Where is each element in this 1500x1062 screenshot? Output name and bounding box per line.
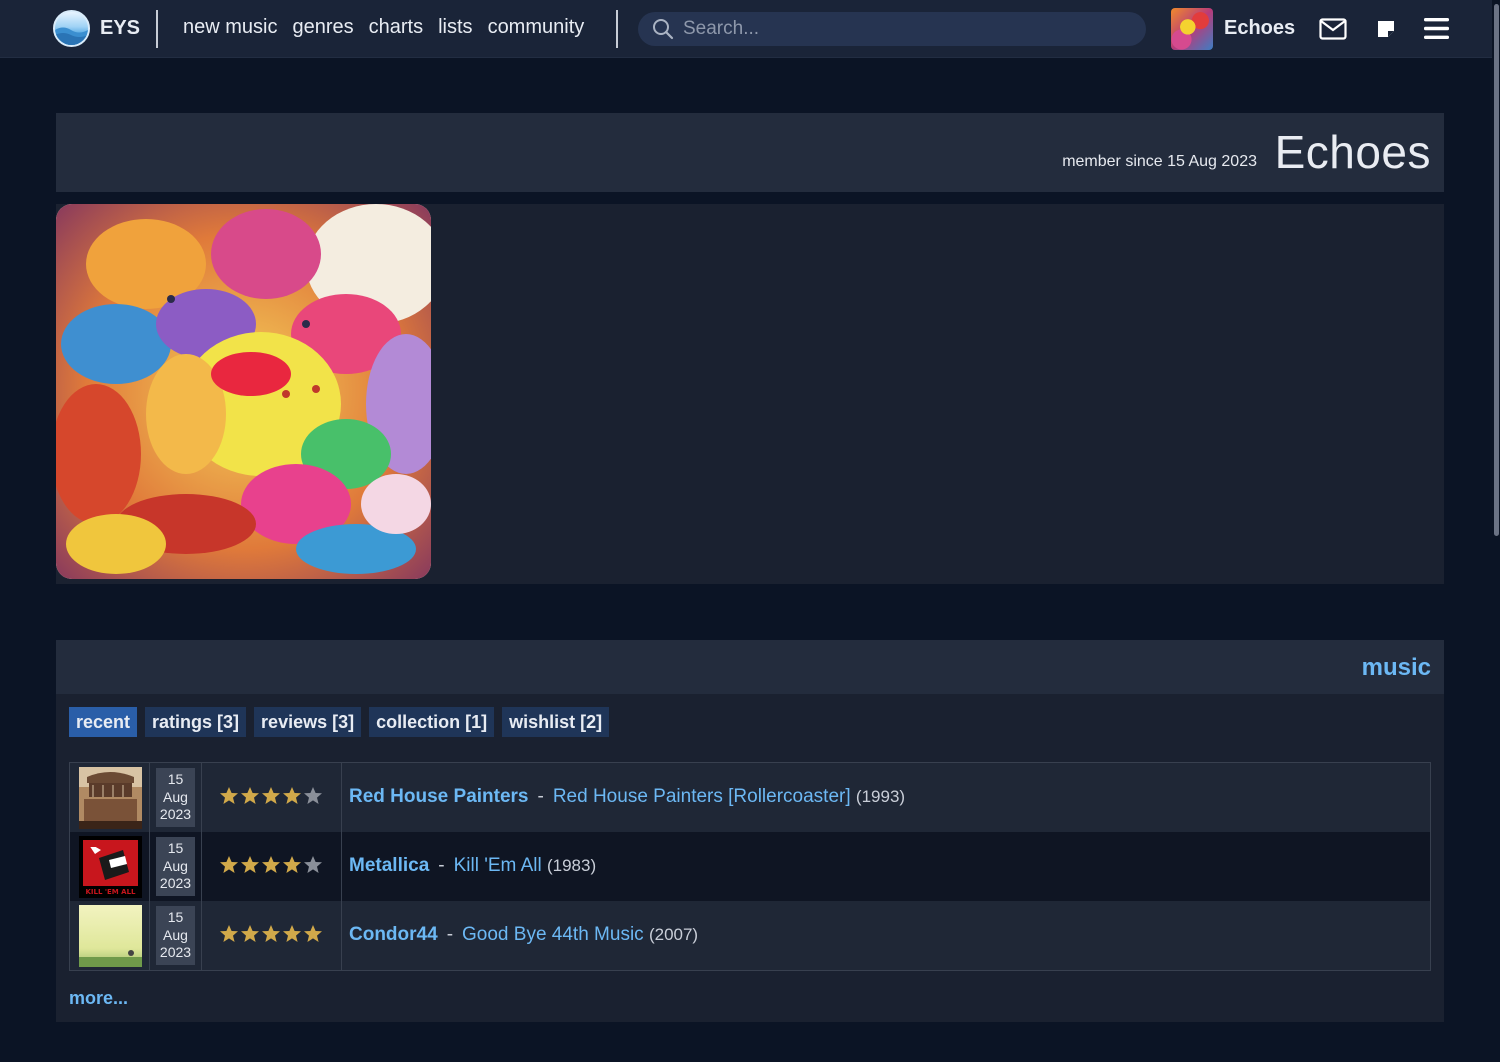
member-since: member since 15 Aug 2023 (1062, 153, 1257, 170)
star-filled-icon (220, 856, 238, 873)
music-section-header: music (56, 640, 1444, 694)
artist-link[interactable]: Metallica (349, 855, 429, 876)
release-title: Metallica - Kill 'Em All (1983) (349, 855, 596, 877)
date-month: Aug (163, 788, 188, 805)
music-tabs: recent ratings [3] reviews [3] collectio… (69, 707, 610, 737)
title-separator: - (446, 924, 454, 945)
tab-collection[interactable]: collection [1] (369, 707, 495, 737)
nav-genres[interactable]: genres (292, 16, 353, 39)
album-link[interactable]: Kill 'Em All (454, 855, 542, 876)
date-badge: 15 Aug 2023 (156, 768, 195, 827)
album-cover-image[interactable] (79, 767, 142, 829)
music-section-title: music (1361, 654, 1431, 681)
rating-cell (202, 832, 342, 901)
list-item: 15 Aug 2023 Red House Painters - Red House… (70, 763, 1430, 832)
search-input[interactable] (683, 16, 1123, 42)
album-year: (1993) (855, 787, 906, 806)
profile-avatar-image (56, 204, 431, 579)
cover-cell (70, 901, 150, 970)
artist-link[interactable]: Red House Painters (349, 786, 529, 807)
star-empty-icon (304, 787, 322, 804)
list-item: 15 Aug 2023 Condor44- Good Bye 44th Music… (70, 901, 1430, 970)
album-year: (1983) (546, 856, 597, 875)
artist-link[interactable]: Condor44 (349, 924, 438, 945)
star-filled-icon (283, 925, 301, 942)
logo-icon[interactable] (53, 10, 90, 47)
date-badge: 15 Aug 2023 (156, 906, 195, 965)
date-month: Aug (163, 926, 188, 943)
date-year: 2023 (159, 806, 192, 822)
star-rating (219, 855, 323, 875)
release-title: Condor44- Good Bye 44th Music (2007) (349, 924, 698, 946)
star-filled-icon (241, 925, 259, 942)
music-section-body: recent ratings [3] reviews [3] collectio… (56, 694, 1444, 1022)
tab-reviews[interactable]: reviews [3] (254, 707, 362, 737)
list-item: KILL 'EM ALL 15 Aug 2023 Metallica - Kill … (70, 832, 1430, 901)
user-name-link[interactable]: Echoes (1224, 17, 1295, 40)
nav-new-music[interactable]: new music (183, 16, 277, 39)
date-year: 2023 (159, 875, 192, 891)
menu-icon[interactable] (1424, 18, 1449, 44)
mail-icon[interactable] (1319, 18, 1347, 45)
star-filled-icon (262, 787, 280, 804)
star-rating (219, 924, 323, 944)
star-empty-icon (304, 856, 322, 873)
date-day: 15 (167, 771, 184, 787)
album-year: (2007) (648, 925, 699, 944)
cover-cell: KILL 'EM ALL (70, 832, 150, 901)
tab-ratings[interactable]: ratings [3] (145, 707, 247, 737)
star-filled-icon (262, 925, 280, 942)
album-cover-image[interactable] (79, 905, 142, 967)
date-year: 2023 (159, 944, 192, 960)
title-separator: - (438, 855, 445, 876)
site-logo-text[interactable]: EYS (100, 17, 140, 40)
more-link[interactable]: more... (69, 988, 128, 1009)
album-link[interactable]: Good Bye 44th Music (462, 924, 644, 945)
scrollbar-thumb[interactable] (1494, 4, 1499, 536)
star-filled-icon (283, 787, 301, 804)
profile-name: Echoes (1274, 126, 1431, 178)
album-cover-image[interactable]: KILL 'EM ALL (79, 836, 142, 898)
album-link[interactable]: Red House Painters [Rollercoaster] (553, 786, 851, 807)
date-day: 15 (167, 909, 184, 925)
title-separator: - (537, 786, 544, 807)
rating-cell (202, 763, 342, 832)
star-rating (219, 786, 323, 806)
star-filled-icon (304, 925, 322, 942)
date-cell: 15 Aug 2023 (150, 763, 202, 832)
release-title: Red House Painters - Red House Painters [R… (349, 786, 905, 808)
profile-header: member since 15 Aug 2023 Echoes (56, 113, 1444, 192)
tab-wishlist[interactable]: wishlist [2] (502, 707, 610, 737)
star-filled-icon (241, 787, 259, 804)
date-cell: 15 Aug 2023 (150, 901, 202, 970)
top-navigation-bar: EYS new music genres charts lists commun… (0, 0, 1500, 58)
date-badge: 15 Aug 2023 (156, 837, 195, 896)
star-filled-icon (220, 787, 238, 804)
star-filled-icon (220, 925, 238, 942)
cover-cell (70, 763, 150, 832)
nav-charts[interactable]: charts (369, 16, 423, 39)
tab-recent[interactable]: recent (69, 707, 138, 737)
star-filled-icon (283, 856, 301, 873)
page-scrollbar[interactable] (1492, 0, 1500, 1062)
profile-body (56, 204, 1444, 584)
user-avatar[interactable] (1171, 8, 1213, 50)
note-icon[interactable] (1376, 19, 1396, 44)
recent-ratings-list: 15 Aug 2023 Red House Painters - Red House… (69, 762, 1431, 971)
nav-divider (156, 10, 158, 48)
star-filled-icon (241, 856, 259, 873)
search-bar[interactable] (638, 12, 1146, 46)
main-nav: new music genres charts lists community (183, 16, 584, 39)
nav-lists[interactable]: lists (438, 16, 472, 39)
date-day: 15 (167, 840, 184, 856)
date-cell: 15 Aug 2023 (150, 832, 202, 901)
nav-community[interactable]: community (488, 16, 585, 39)
star-filled-icon (262, 856, 280, 873)
rating-cell (202, 901, 342, 970)
svg-text:KILL 'EM ALL: KILL 'EM ALL (85, 888, 136, 896)
date-month: Aug (163, 857, 188, 874)
search-divider (616, 10, 618, 48)
search-icon (652, 18, 674, 45)
